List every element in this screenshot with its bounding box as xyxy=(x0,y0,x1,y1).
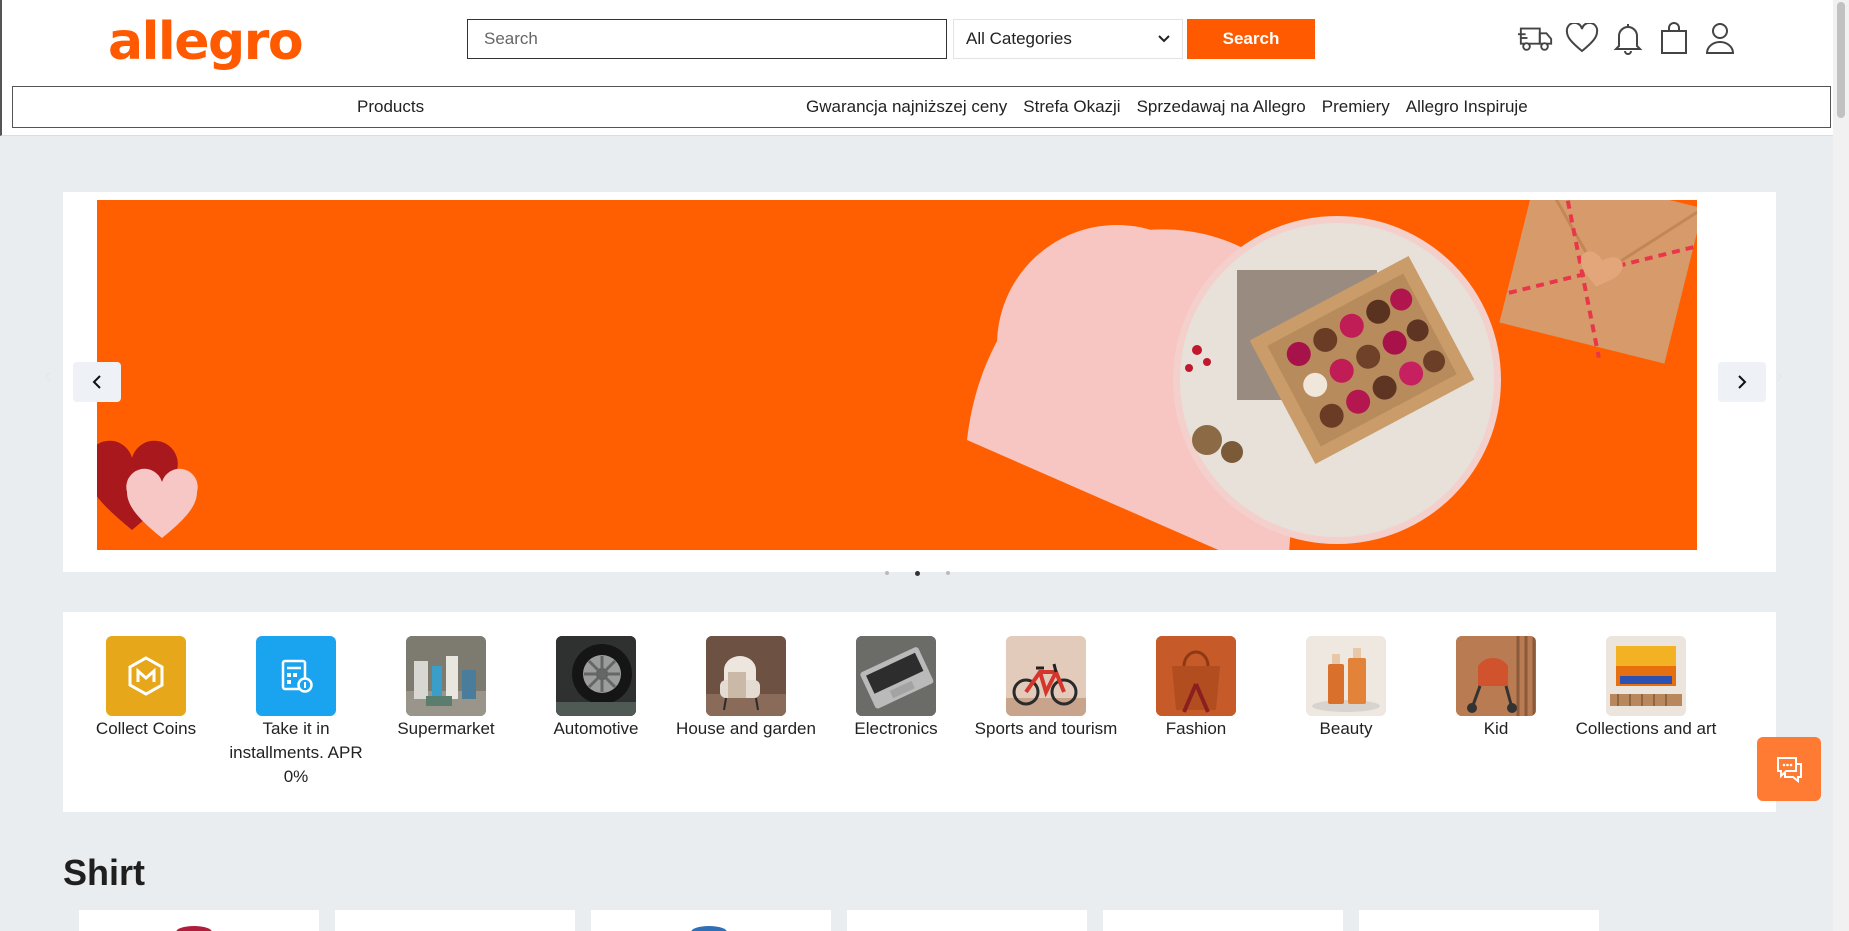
product-image xyxy=(691,926,727,931)
category-label: House and garden xyxy=(676,719,816,738)
product-card[interactable] xyxy=(847,910,1087,931)
carousel-next-button[interactable] xyxy=(1718,362,1766,402)
category-fashion[interactable]: Fashion xyxy=(1121,636,1271,741)
category-automotive[interactable]: Automotive xyxy=(521,636,671,741)
category-label: Collect Coins xyxy=(95,719,197,738)
category-select-value: All Categories xyxy=(966,29,1072,48)
allegro-logo[interactable]: allegro xyxy=(108,12,304,72)
carousel-next-ghost-icon: › xyxy=(1775,362,1783,389)
product-card[interactable] xyxy=(591,910,831,931)
hero-banner[interactable] xyxy=(97,200,1697,550)
calculator-icon xyxy=(256,636,336,716)
delivery-truck-icon[interactable] xyxy=(1518,18,1554,58)
carousel-prev-ghost-icon: ‹ xyxy=(44,362,52,389)
heart-icon[interactable] xyxy=(1564,18,1600,58)
category-kid[interactable]: Kid xyxy=(1421,636,1571,741)
category-label: Collections and art xyxy=(1575,719,1717,738)
search-button[interactable]: Search xyxy=(1187,19,1315,59)
carousel-prev-button[interactable] xyxy=(73,362,121,402)
carousel-dots xyxy=(885,571,950,576)
fashion-image xyxy=(1156,636,1236,716)
chevron-down-icon xyxy=(1158,35,1170,43)
search-input[interactable]: Search xyxy=(467,19,947,59)
scrollbar-thumb[interactable] xyxy=(1837,2,1845,118)
nav-link-sell[interactable]: Sprzedawaj na Allegro xyxy=(1137,97,1306,117)
chat-button[interactable] xyxy=(1757,737,1821,801)
art-image xyxy=(1606,636,1686,716)
nav-products[interactable]: Products xyxy=(357,87,424,127)
section-title: Shirt xyxy=(63,852,146,893)
search-placeholder: Search xyxy=(484,29,538,48)
nav-links: Gwarancja najniższej ceny Strefa Okazji … xyxy=(806,87,1528,127)
coins-icon xyxy=(106,636,186,716)
product-card[interactable] xyxy=(1103,910,1343,931)
category-collections-art[interactable]: Collections and art xyxy=(1571,636,1721,741)
category-strip: Collect Coins Take it in installments. A… xyxy=(63,612,1776,812)
category-house-garden[interactable]: House and garden xyxy=(671,636,821,741)
beauty-image xyxy=(1306,636,1386,716)
main-navbar: Products Gwarancja najniższej ceny Stref… xyxy=(12,86,1831,128)
supermarket-image xyxy=(406,636,486,716)
nav-link-deals-zone[interactable]: Strefa Okazji xyxy=(1023,97,1120,117)
category-label: Fashion xyxy=(1165,719,1227,738)
nav-link-premieres[interactable]: Premiery xyxy=(1322,97,1390,117)
carousel-dot-2[interactable] xyxy=(915,571,920,576)
product-card[interactable] xyxy=(1359,910,1599,931)
kid-image xyxy=(1456,636,1536,716)
user-icon[interactable] xyxy=(1702,18,1738,58)
category-label: Supermarket xyxy=(397,719,495,738)
header: allegro Search All Categories Search Pro… xyxy=(0,0,1833,136)
nav-link-inspirations[interactable]: Allegro Inspiruje xyxy=(1406,97,1528,117)
category-collect-coins[interactable]: Collect Coins xyxy=(71,636,221,741)
automotive-image xyxy=(556,636,636,716)
category-label: Take it in installments. APR 0% xyxy=(229,719,363,786)
category-label: Automotive xyxy=(553,719,639,738)
category-installments[interactable]: Take it in installments. APR 0% xyxy=(221,636,371,789)
carousel-dot-1[interactable] xyxy=(885,571,889,575)
product-card[interactable] xyxy=(79,910,319,931)
category-supermarket[interactable]: Supermarket xyxy=(371,636,521,741)
category-sports-tourism[interactable]: Sports and tourism xyxy=(971,636,1121,741)
category-label: Electronics xyxy=(854,719,938,738)
category-select[interactable]: All Categories xyxy=(953,19,1183,59)
chevron-right-icon xyxy=(1738,375,1747,389)
category-label: Sports and tourism xyxy=(974,719,1118,738)
electronics-image xyxy=(856,636,936,716)
bell-icon[interactable] xyxy=(1610,18,1646,58)
valentines-banner-image xyxy=(97,200,1697,550)
category-electronics[interactable]: Electronics xyxy=(821,636,971,741)
chat-icon xyxy=(1777,757,1802,783)
category-label: Beauty xyxy=(1319,719,1373,738)
sports-image xyxy=(1006,636,1086,716)
shopping-bag-icon[interactable] xyxy=(1656,18,1692,58)
header-icons xyxy=(1518,18,1738,58)
category-beauty[interactable]: Beauty xyxy=(1271,636,1421,741)
category-label: Kid xyxy=(1483,719,1509,738)
house-garden-image xyxy=(706,636,786,716)
carousel-dot-3[interactable] xyxy=(946,571,950,575)
hero-carousel xyxy=(63,192,1776,572)
chevron-left-icon xyxy=(92,375,101,389)
page-scrollbar[interactable] xyxy=(1833,0,1849,931)
product-card[interactable] xyxy=(335,910,575,931)
product-image xyxy=(176,926,212,931)
nav-link-lowest-price[interactable]: Gwarancja najniższej ceny xyxy=(806,97,1007,117)
